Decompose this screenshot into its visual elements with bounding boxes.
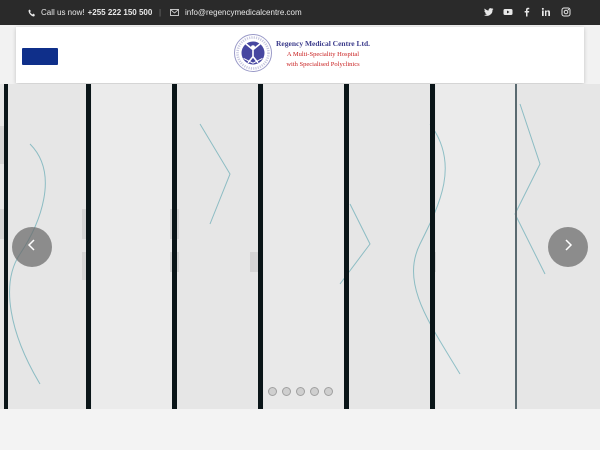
slider-prev-button[interactable] <box>12 227 52 267</box>
instagram-icon[interactable] <box>561 7 571 17</box>
chevron-right-icon <box>563 238 573 257</box>
content-area <box>0 409 600 450</box>
hero-slider[interactable] <box>0 84 600 409</box>
logo-emblem[interactable] <box>233 33 273 78</box>
slider-dot[interactable] <box>296 387 305 396</box>
logo-tagline-line2: with Specialised Polyclinics <box>286 61 360 68</box>
slider-dot[interactable] <box>310 387 319 396</box>
top-bar: Call us now! +255 222 150 500 | info@reg… <box>0 0 600 25</box>
slider-next-button[interactable] <box>548 227 588 267</box>
chevron-left-icon <box>27 238 37 257</box>
slider-background <box>0 84 600 409</box>
facebook-icon[interactable] <box>522 7 532 17</box>
call-info[interactable]: Call us now! +255 222 150 500 <box>28 0 152 25</box>
email-info[interactable]: info@regencymedicalcentre.com <box>170 0 302 25</box>
twitter-icon[interactable] <box>484 7 494 17</box>
linkedin-icon[interactable] <box>541 7 551 17</box>
slider-dot[interactable] <box>268 387 277 396</box>
phone-icon <box>28 9 36 17</box>
slider-dot[interactable] <box>324 387 333 396</box>
logo-name: Regency Medical Centre Ltd. <box>276 39 371 48</box>
slider-pagination <box>268 387 333 396</box>
logo-tagline-line1: A Multi-Speciality Hospital <box>286 51 360 58</box>
email-address[interactable]: info@regencymedicalcentre.com <box>185 8 302 17</box>
site-header: Regency Medical Centre Ltd. A Multi-Spec… <box>16 27 584 83</box>
envelope-icon <box>170 9 179 16</box>
menu-button[interactable] <box>22 48 58 65</box>
slider-dot[interactable] <box>282 387 291 396</box>
call-label: Call us now! <box>41 8 85 17</box>
topbar-separator: | <box>159 8 162 17</box>
phone-number[interactable]: +255 222 150 500 <box>88 8 153 17</box>
logo-text[interactable]: Regency Medical Centre Ltd. A Multi-Spec… <box>276 39 370 70</box>
youtube-icon[interactable] <box>503 7 513 17</box>
